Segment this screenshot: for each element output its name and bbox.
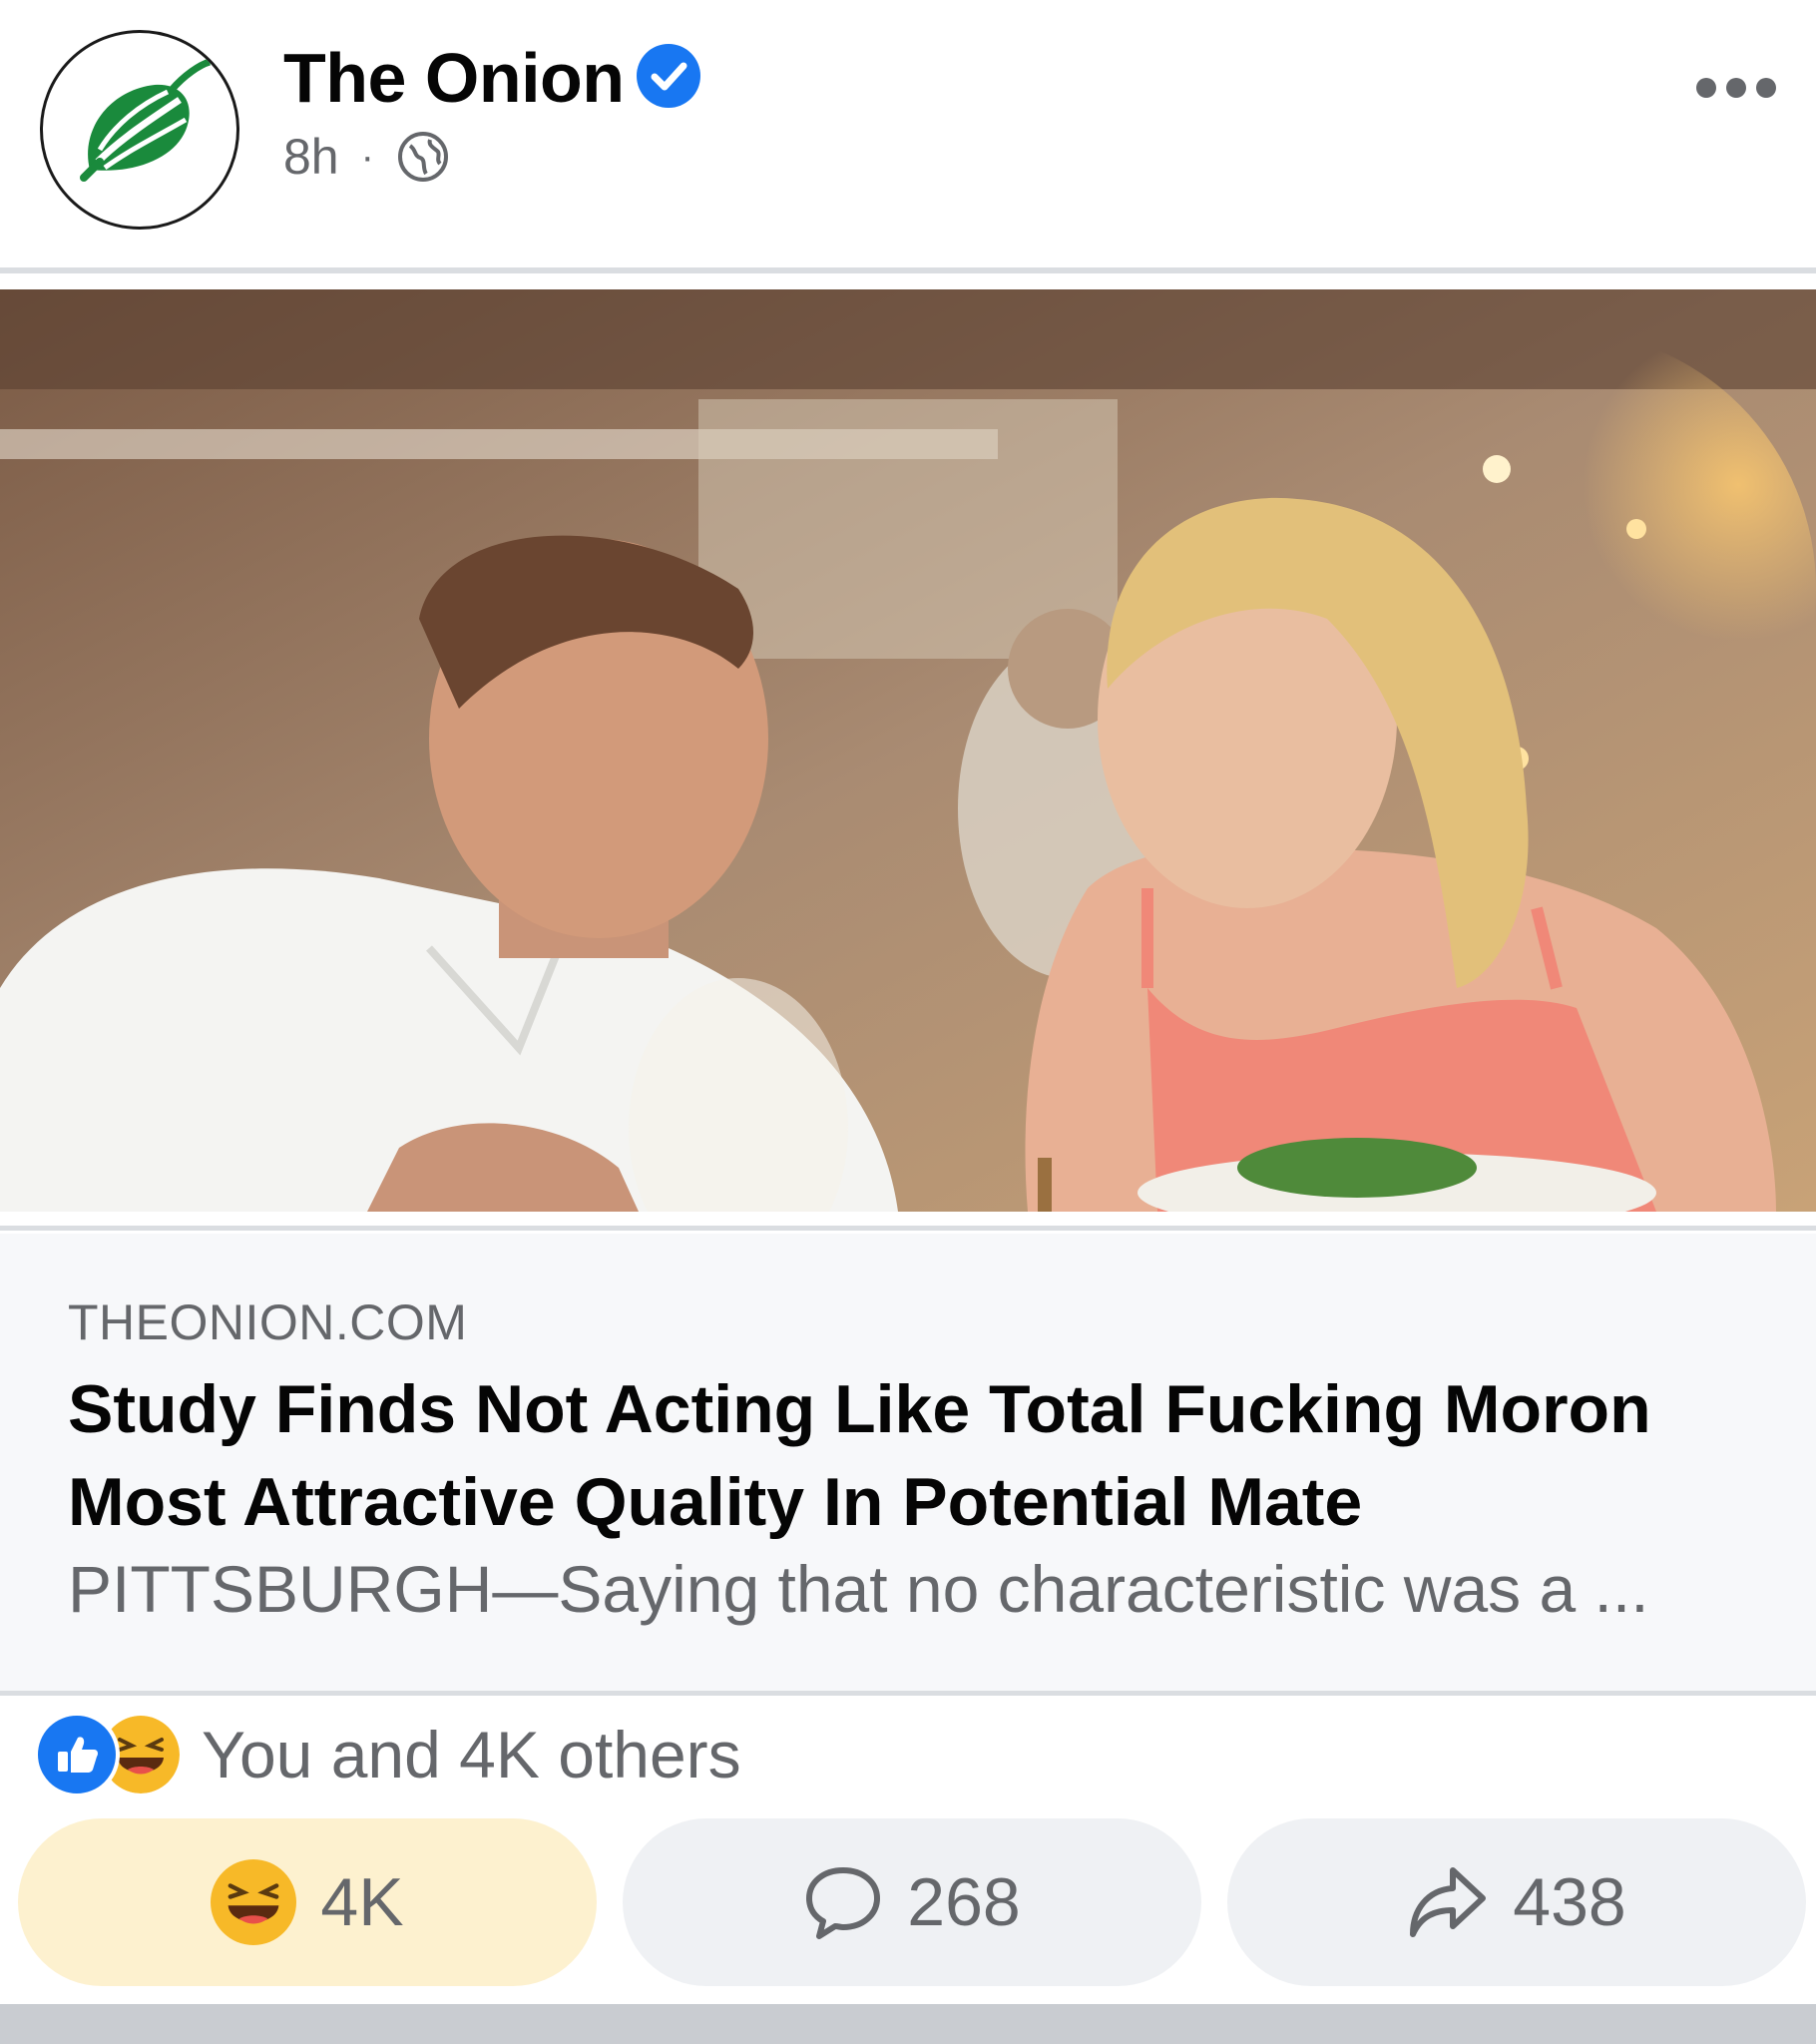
- post-image[interactable]: [0, 289, 1816, 1212]
- share-button[interactable]: 438: [1227, 1818, 1806, 1986]
- share-icon: [1410, 1867, 1487, 1937]
- comment-button[interactable]: 268: [623, 1818, 1201, 1986]
- reactions-summary[interactable]: You and 4K others: [34, 1712, 741, 1797]
- post-meta: 8h ·: [283, 128, 450, 186]
- divider: [0, 1691, 1816, 1696]
- link-headline[interactable]: Study Finds Not Acting Like Total Fuckin…: [68, 1363, 1764, 1549]
- haha-icon: [211, 1859, 297, 1945]
- restaurant-photo: [0, 289, 1816, 1212]
- more-options-icon[interactable]: [1696, 78, 1776, 98]
- verified-badge-icon: [637, 44, 700, 108]
- comment-icon: [806, 1867, 881, 1939]
- page-avatar[interactable]: [40, 30, 239, 230]
- comment-count: 268: [907, 1864, 1021, 1940]
- post-header: The Onion 8h ·: [0, 0, 1816, 269]
- page-name[interactable]: The Onion: [283, 38, 625, 118]
- link-domain: THEONION.COM: [68, 1294, 468, 1350]
- like-icon: [34, 1712, 120, 1797]
- link-description: PITTSBURGH—Saying that no characteristic…: [68, 1552, 1649, 1626]
- react-button[interactable]: 4K: [18, 1818, 597, 1986]
- reaction-count: 4K: [320, 1864, 404, 1940]
- divider: [0, 267, 1816, 273]
- share-count: 438: [1513, 1864, 1626, 1940]
- onion-logo-icon: [80, 58, 212, 182]
- post-timestamp[interactable]: 8h: [283, 128, 339, 186]
- link-preview[interactable]: THEONION.COM Study Finds Not Acting Like…: [0, 1234, 1816, 1691]
- globe-icon[interactable]: [396, 130, 450, 184]
- divider: [0, 1226, 1816, 1231]
- meta-separator: ·: [360, 134, 374, 179]
- feed-separator: [0, 2004, 1816, 2044]
- reactions-summary-text[interactable]: You and 4K others: [202, 1717, 741, 1792]
